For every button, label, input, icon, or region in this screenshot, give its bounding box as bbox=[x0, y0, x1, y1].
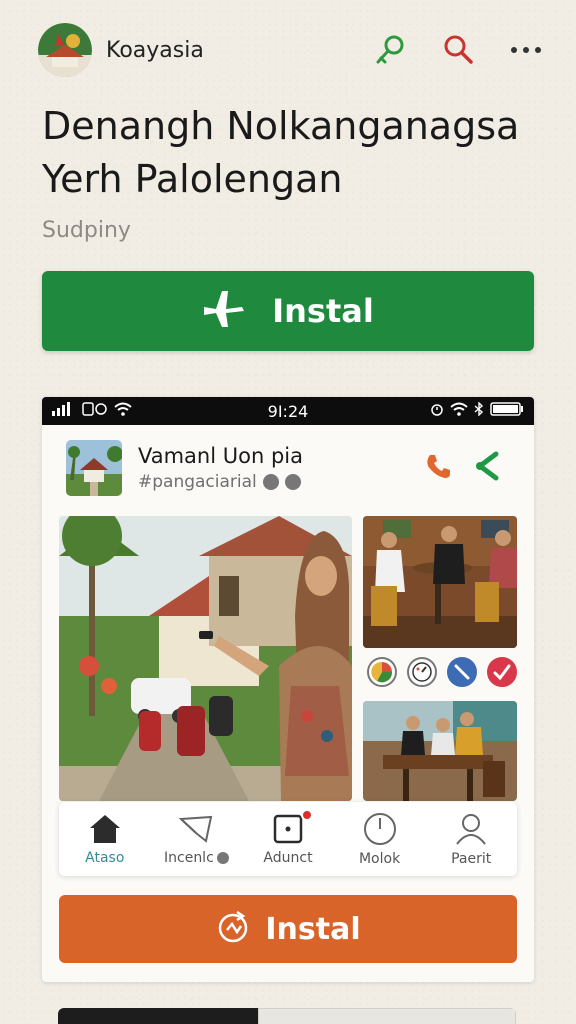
install-secondary-label: Instal bbox=[265, 911, 361, 947]
page-subtitle: Sudpiny bbox=[42, 218, 131, 243]
more-icon[interactable] bbox=[506, 30, 546, 70]
clock-icon bbox=[362, 812, 398, 846]
tab-molok[interactable]: Molok bbox=[335, 812, 425, 867]
phone-icon[interactable] bbox=[424, 452, 452, 484]
post-main-photo[interactable] bbox=[59, 516, 352, 801]
check-icon[interactable] bbox=[487, 657, 517, 687]
tab-molok-label: Molok bbox=[358, 850, 401, 867]
tab-incenlc[interactable]: Incenlc bbox=[151, 813, 241, 866]
title-line-1: Denangh Nolkanganagsa bbox=[42, 104, 520, 148]
timer-icon[interactable] bbox=[407, 657, 437, 687]
app-name: Koayasia bbox=[106, 37, 204, 63]
alarm-icon bbox=[430, 402, 444, 420]
install-button-label: Instal bbox=[272, 292, 374, 330]
status-time: 9I:24 bbox=[267, 401, 309, 421]
bluetooth-icon bbox=[474, 401, 484, 420]
post-author-name: Vamanl Uon pia bbox=[138, 444, 303, 468]
user-icon bbox=[453, 812, 489, 846]
battery-icon bbox=[490, 402, 524, 420]
phone-preview: 9I:24 Vamanl Uon pia #pangaciarial Ataso… bbox=[42, 397, 534, 982]
share-icon[interactable] bbox=[474, 451, 502, 485]
airplane-icon bbox=[202, 287, 246, 335]
post-hashtag-text: #pangaciarial bbox=[138, 472, 257, 492]
send-icon bbox=[178, 813, 214, 845]
refresh-icon bbox=[215, 909, 251, 949]
status-bar: 9I:24 bbox=[42, 397, 534, 425]
tab-paerit[interactable]: Paerit bbox=[426, 812, 516, 867]
wrench-icon[interactable] bbox=[447, 657, 477, 687]
tab-home-label: Ataso bbox=[85, 849, 125, 866]
tab-home[interactable]: Ataso bbox=[60, 813, 150, 866]
install-button[interactable]: Instal bbox=[42, 271, 534, 351]
tab-adunct-label: Adunct bbox=[263, 849, 313, 866]
segment-inactive[interactable] bbox=[258, 1008, 516, 1024]
post-side-photo-2[interactable] bbox=[363, 701, 517, 801]
page-title: Denangh Nolkanganagsa Yerh Palolengan bbox=[42, 100, 552, 206]
post-thumbnail[interactable] bbox=[66, 440, 122, 496]
signal-icon bbox=[52, 402, 76, 420]
notification-badge bbox=[300, 808, 313, 821]
home-icon bbox=[87, 813, 123, 845]
globe-icon bbox=[216, 851, 229, 864]
verified-icon bbox=[262, 474, 279, 490]
post-side-photo-1[interactable] bbox=[363, 516, 517, 648]
tab-paerit-label: Paerit bbox=[451, 850, 492, 867]
segment-active[interactable] bbox=[58, 1008, 258, 1024]
bottom-tab-bar: Ataso Incenlc Adunct Molok Paerit bbox=[59, 802, 517, 876]
install-secondary-button[interactable]: Instal bbox=[59, 895, 517, 963]
tab-adunct[interactable]: Adunct bbox=[243, 808, 333, 866]
sim-icon bbox=[82, 402, 108, 420]
wifi-icon bbox=[114, 402, 132, 420]
title-line-2: Yerh Palolengan bbox=[42, 157, 343, 201]
bottom-segmented-control[interactable] bbox=[58, 1008, 516, 1024]
quick-actions bbox=[367, 654, 517, 690]
post-hashtag: #pangaciarial bbox=[138, 472, 424, 492]
key-icon[interactable] bbox=[370, 30, 410, 70]
app-header: Koayasia bbox=[38, 22, 546, 78]
search-icon[interactable] bbox=[438, 30, 478, 70]
app-logo[interactable] bbox=[38, 23, 92, 77]
tab-incenlc-label: Incenlc bbox=[164, 850, 229, 866]
post-header: Vamanl Uon pia #pangaciarial bbox=[66, 439, 510, 497]
wifi-icon bbox=[450, 402, 468, 420]
info-icon bbox=[284, 474, 301, 490]
chart-icon[interactable] bbox=[367, 657, 397, 687]
